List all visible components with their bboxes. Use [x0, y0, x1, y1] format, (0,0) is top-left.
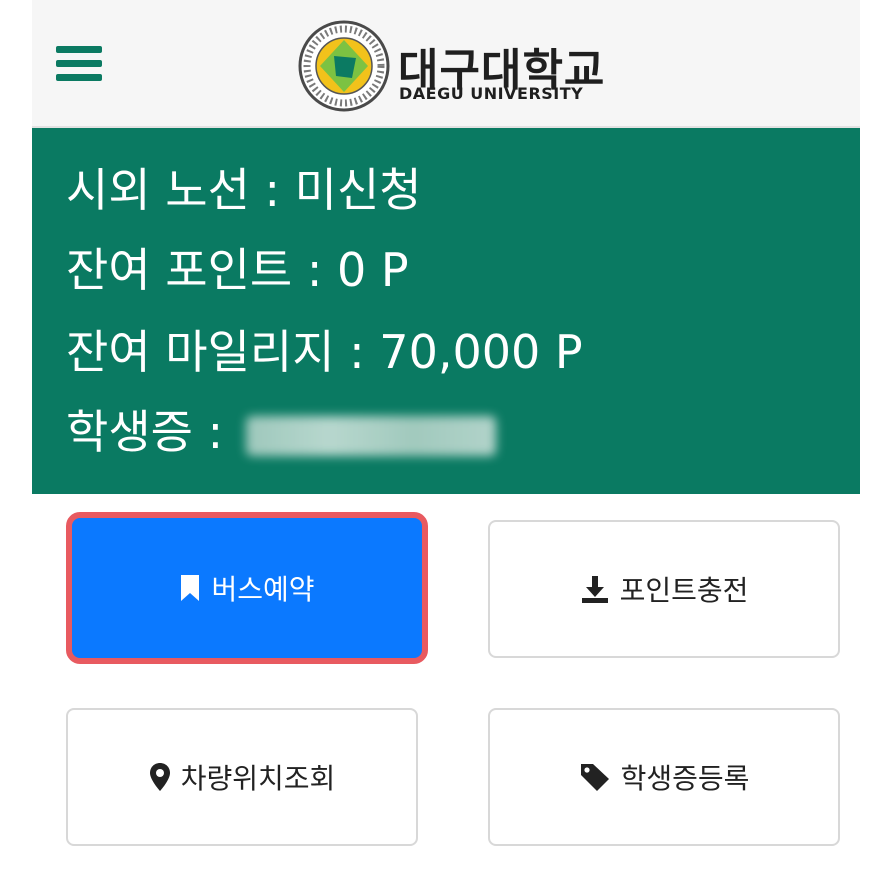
bus-reservation-label: 버스예약 [211, 573, 315, 606]
mileage-label: 잔여 마일리지 : [66, 325, 380, 379]
point-charge-label: 포인트충전 [619, 574, 749, 607]
student-id-row: 학생증 : [66, 404, 496, 460]
student-id-redacted [245, 415, 496, 456]
bus-reservation-button[interactable]: 버스예약 [66, 512, 428, 664]
student-card-register-button[interactable]: 학생증등록 [488, 708, 840, 846]
university-seal-icon [298, 20, 390, 112]
route-status-label: 시외 노선 : [66, 163, 295, 217]
app-frame: 대구대학교 DAEGU UNIVERSITY 시외 노선 : 미신청 잔여 포인… [32, 0, 860, 878]
menu-icon[interactable] [56, 46, 102, 82]
logo-english-text: DAEGU UNIVERSITY [399, 84, 584, 103]
download-icon [580, 574, 610, 604]
vehicle-location-button[interactable]: 차량위치조회 [66, 708, 418, 846]
point-charge-button[interactable]: 포인트충전 [488, 520, 840, 658]
mileage-value: 70,000 P [379, 325, 583, 379]
mileage-row: 잔여 마일리지 : 70,000 P [66, 324, 583, 380]
map-marker-icon [149, 762, 171, 792]
account-info-panel: 시외 노선 : 미신청 잔여 포인트 : 0 P 잔여 마일리지 : 70,00… [32, 128, 860, 494]
student-id-label: 학생증 : [66, 405, 238, 459]
vehicle-location-label: 차량위치조회 [180, 762, 336, 795]
university-logo[interactable]: 대구대학교 DAEGU UNIVERSITY [298, 18, 618, 114]
route-status-row: 시외 노선 : 미신청 [66, 162, 422, 218]
tag-icon [579, 762, 611, 792]
student-card-register-label: 학생증등록 [620, 762, 750, 795]
bookmark-icon [179, 574, 201, 602]
route-status-value: 미신청 [294, 163, 422, 217]
points-value: 0 P [336, 243, 409, 297]
top-header: 대구대학교 DAEGU UNIVERSITY [32, 0, 860, 128]
points-row: 잔여 포인트 : 0 P [66, 242, 409, 298]
points-label: 잔여 포인트 : [66, 243, 337, 297]
